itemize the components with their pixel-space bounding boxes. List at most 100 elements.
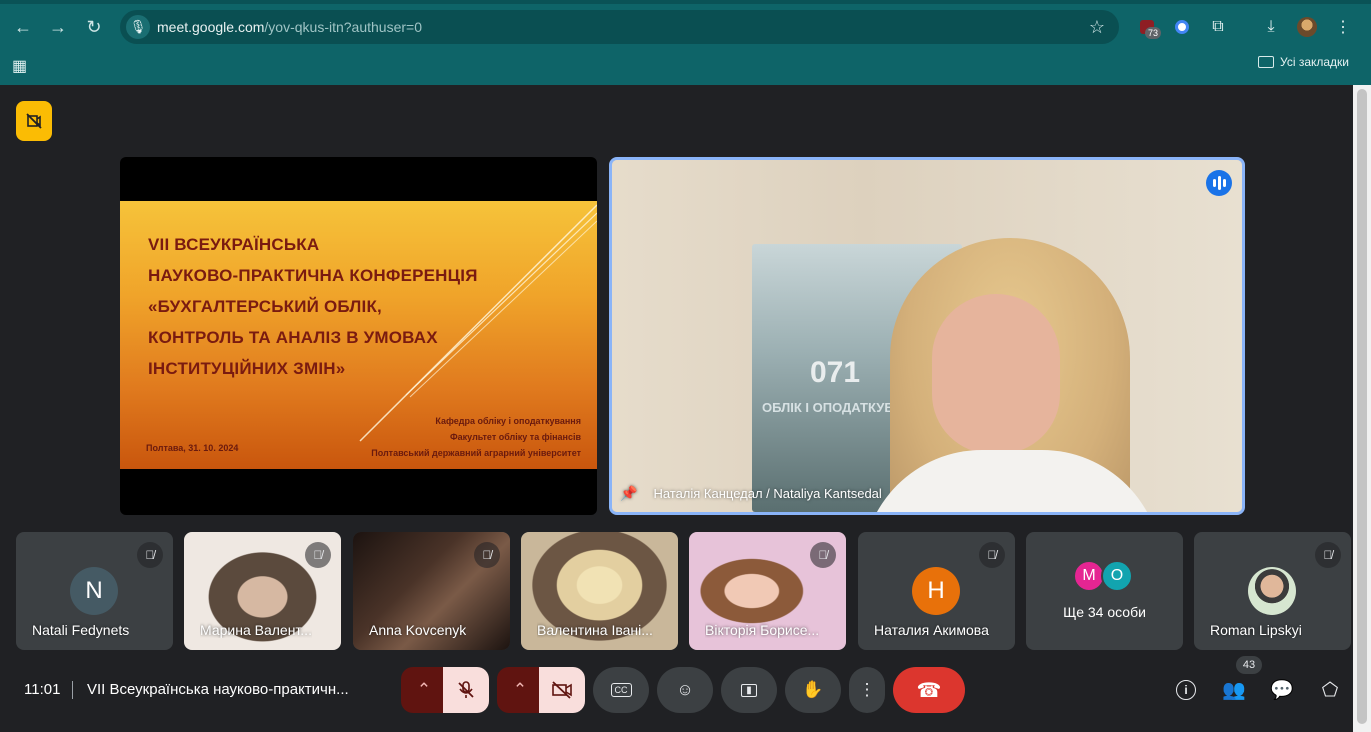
tab-strip: [0, 0, 1371, 4]
speaker-name: Наталія Канцедал / Nataliya Kantsedal: [653, 486, 882, 501]
reload-button[interactable]: ↻: [79, 12, 109, 42]
poster-number: 071: [810, 356, 861, 389]
slide-title-line: «БУХГАЛТЕРСЬКИЙ ОБЛІК,: [148, 297, 382, 316]
people-icon: 👥: [1222, 680, 1246, 701]
participant-tile[interactable]: Валентина Івані...: [521, 532, 678, 650]
pin-icon[interactable]: 📌: [620, 485, 637, 502]
avatar-photo: [1248, 567, 1296, 615]
people-count-badge: 43: [1236, 656, 1262, 674]
slide-title-line: VII ВСЕУКРАЇНСЬКА: [148, 235, 320, 254]
download-icon[interactable]: ⤓: [1258, 14, 1284, 40]
folder-icon: [1258, 56, 1274, 68]
mic-off-icon: 🎙̸: [474, 542, 500, 568]
browser-menu-icon[interactable]: ⋮: [1330, 14, 1356, 40]
active-speaker-tile[interactable]: 071 ОБЛІК І ОПОДАТКУВ 📌 Наталія Канцедал…: [609, 157, 1245, 515]
forward-button[interactable]: →: [43, 12, 73, 42]
url-host: meet.google.com: [157, 19, 265, 35]
arrow-right-icon: →: [49, 16, 67, 37]
hang-up-icon: ☎: [916, 679, 942, 702]
participant-name: Natali Fedynets: [32, 622, 130, 638]
bookmark-star-icon[interactable]: ☆: [1089, 17, 1105, 38]
info-icon: i: [1176, 680, 1196, 700]
address-bar[interactable]: 🎙 meet.google.com/yov-qkus-itn?authuser=…: [120, 10, 1119, 44]
arrow-left-icon: ←: [14, 16, 32, 37]
mic-off-icon: 🎙̸: [810, 542, 836, 568]
participant-tile[interactable]: 🎙̸ N Natali Fedynets: [16, 532, 173, 650]
url-text[interactable]: meet.google.com/yov-qkus-itn?authuser=0: [157, 19, 422, 35]
chevron-up-icon: ⌃: [416, 680, 432, 699]
participant-tile[interactable]: 🎙̸ Вікторія Борисе...: [689, 532, 846, 650]
page-scrollbar[interactable]: [1353, 85, 1371, 732]
more-participants-tile[interactable]: М О Ще 34 особи: [1026, 532, 1183, 650]
control-bar: 11:01 VII Всеукраїнська науково-практичн…: [0, 655, 1353, 732]
divider: [72, 681, 73, 699]
captions-button[interactable]: CC: [593, 667, 649, 713]
people-button[interactable]: 👥: [1221, 677, 1247, 703]
participant-tile[interactable]: 🎙̸ Марина Валент...: [184, 532, 341, 650]
avatar: О: [1101, 560, 1133, 592]
scrollbar-thumb[interactable]: [1357, 89, 1367, 724]
audio-options-button[interactable]: ⌃: [401, 667, 447, 713]
present-button[interactable]: ▮: [721, 667, 777, 713]
meeting-clock: 11:01: [24, 681, 61, 698]
more-participants-label: Ще 34 особи: [1063, 604, 1146, 620]
apps-grid-icon[interactable]: ▦: [12, 56, 27, 76]
camera-off-icon: [26, 113, 42, 129]
presentation-slide: VII ВСЕУКРАЇНСЬКА НАУКОВО-ПРАКТИЧНА КОНФ…: [120, 201, 597, 469]
more-options-button[interactable]: ⋮: [849, 667, 885, 713]
meeting-details-button[interactable]: i: [1173, 677, 1199, 703]
camera-off-indicator[interactable]: [16, 101, 52, 141]
poster-caption: ОБЛІК І ОПОДАТКУВ: [762, 400, 894, 415]
speaker-face: [932, 294, 1060, 454]
mic-off-icon: [458, 681, 474, 698]
speaking-indicator-icon: [1206, 170, 1232, 196]
mic-off-icon: 🎙̸: [1315, 542, 1341, 568]
chat-button[interactable]: 💬: [1269, 677, 1295, 703]
reactions-button[interactable]: ☺: [657, 667, 713, 713]
all-bookmarks-folder[interactable]: Усі закладки: [1258, 55, 1349, 69]
participant-name: Наталия Акимова: [874, 622, 989, 638]
shared-presentation[interactable]: VII ВСЕУКРАЇНСЬКА НАУКОВО-ПРАКТИЧНА КОНФ…: [120, 157, 597, 515]
browser-toolbar: ← → ↻ 🎙 meet.google.com/yov-qkus-itn?aut…: [0, 0, 1371, 85]
meet-stage: VII ВСЕУКРАЇНСЬКА НАУКОВО-ПРАКТИЧНА КОНФ…: [0, 85, 1353, 732]
slide-org-line: Полтавський державний аграрний університ…: [371, 448, 581, 458]
slide-organizers: Кафедра обліку і оподаткування Факультет…: [371, 413, 581, 461]
profile-avatar[interactable]: [1297, 17, 1317, 37]
url-path: /yov-qkus-itn?authuser=0: [264, 19, 422, 35]
microphone-permission-icon[interactable]: 🎙: [126, 15, 150, 39]
slide-date: Полтава, 31. 10. 2024: [146, 443, 239, 453]
slide-title-line: НАУКОВО-ПРАКТИЧНА КОНФЕРЕНЦІЯ: [148, 266, 478, 285]
chevron-up-icon: ⌃: [512, 680, 528, 699]
activities-button[interactable]: ⬠: [1317, 677, 1343, 703]
participant-tile[interactable]: 🎙̸ Н Наталия Акимова: [858, 532, 1015, 650]
closed-captions-icon: CC: [610, 683, 632, 697]
reload-icon: ↻: [86, 16, 102, 37]
extension-circle-icon[interactable]: [1169, 14, 1195, 40]
meeting-title: VII Всеукраїнська науково-практичн...: [87, 681, 349, 698]
slide-title-line: ІНСТИТУЦІЙНИХ ЗМІН»: [148, 359, 346, 378]
slide-title-line: КОНТРОЛЬ ТА АНАЛІЗ В УМОВАХ: [148, 328, 438, 347]
slide-org-line: Факультет обліку та фінансів: [449, 432, 581, 442]
participant-tile[interactable]: 🎙̸ Anna Kovcenyk: [353, 532, 510, 650]
leave-call-button[interactable]: ☎: [893, 667, 965, 713]
present-screen-icon: ▮: [741, 683, 757, 697]
participant-tile[interactable]: 🎙̸ Roman Lipskyi: [1194, 532, 1351, 650]
speaker-name-row: 📌 Наталія Канцедал / Nataliya Kantsedal: [620, 485, 882, 502]
participant-name: Anna Kovcenyk: [369, 622, 467, 638]
avatar: Н: [912, 567, 960, 615]
camera-off-icon: [552, 681, 572, 699]
video-options-button[interactable]: ⌃: [497, 667, 543, 713]
mic-off-icon: 🎙̸: [979, 542, 1005, 568]
mic-off-icon: 🎙̸: [137, 542, 163, 568]
back-button[interactable]: ←: [8, 12, 38, 42]
raise-hand-button[interactable]: ✋: [785, 667, 841, 713]
avatar: N: [70, 567, 118, 615]
hand-icon: ✋: [802, 680, 824, 699]
participant-name: Валентина Івані...: [537, 622, 653, 638]
chat-icon: 💬: [1270, 680, 1294, 701]
microphone-toggle-button[interactable]: [443, 667, 489, 713]
activities-shapes-icon: ⬠: [1321, 679, 1339, 701]
extensions-puzzle-icon[interactable]: ⧉: [1205, 14, 1231, 40]
emoji-icon: ☺: [676, 680, 694, 699]
camera-toggle-button[interactable]: [539, 667, 585, 713]
